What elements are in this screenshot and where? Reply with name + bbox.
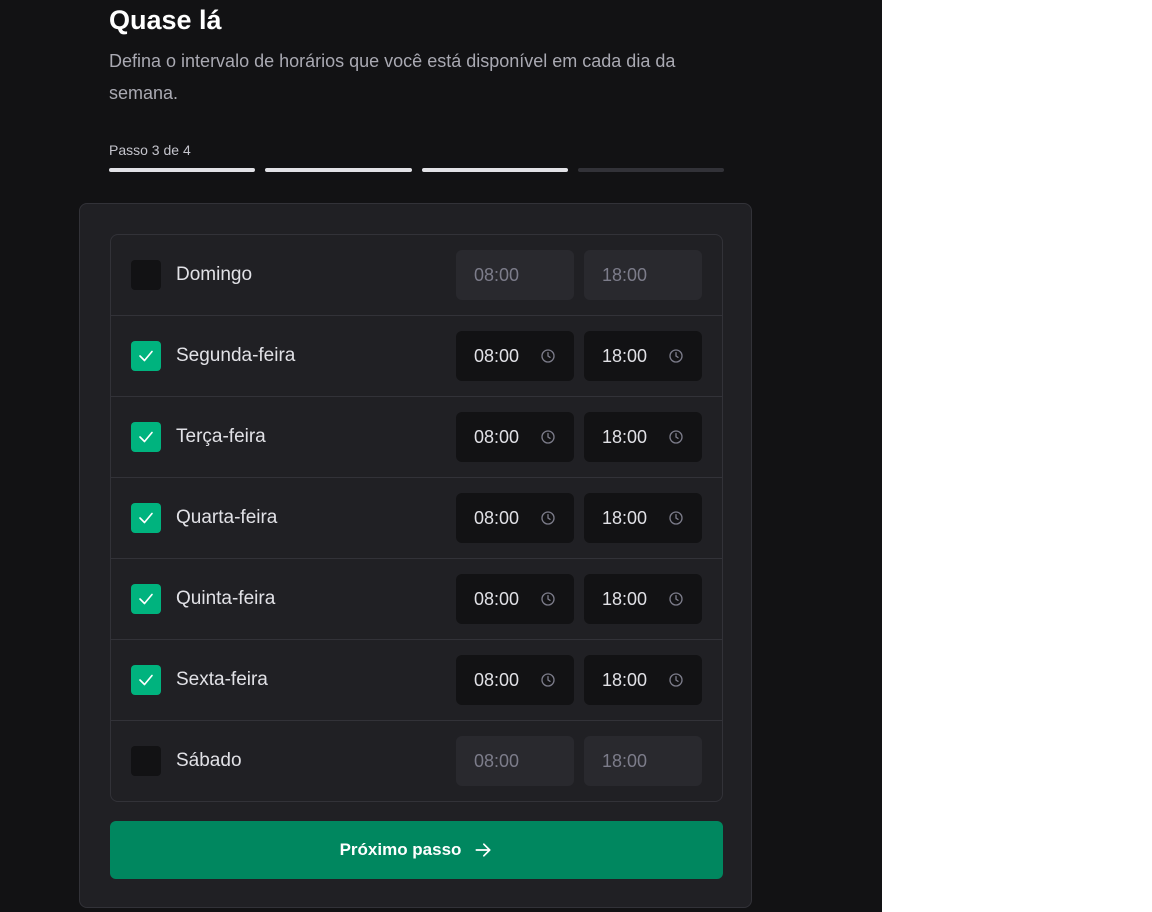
start-time-input[interactable]: 08:00 <box>456 736 574 786</box>
end-time-input[interactable]: 18:00 <box>584 412 702 462</box>
end-time-input[interactable]: 18:00 <box>584 574 702 624</box>
arrow-right-icon <box>475 843 491 857</box>
clock-icon <box>669 430 683 444</box>
end-time-value: 18:00 <box>602 426 648 447</box>
day-row: Sábado 08:00 18:00 <box>111 720 722 801</box>
step-indicator-2 <box>265 168 412 172</box>
end-time-input[interactable]: 18:00 <box>584 331 702 381</box>
time-range: 08:00 18:00 <box>456 493 702 543</box>
step-indicator-1 <box>109 168 256 172</box>
end-time-value: 18:00 <box>602 669 648 690</box>
day-checkbox[interactable] <box>131 584 161 614</box>
end-time-value: 18:00 <box>602 588 648 609</box>
step-label: Passo 3 de 4 <box>109 142 191 158</box>
next-step-label: Próximo passo <box>339 840 462 859</box>
time-range: 08:00 18:00 <box>456 574 702 624</box>
clock-icon <box>541 349 555 363</box>
end-time-value: 18:00 <box>602 750 648 771</box>
clock-icon <box>541 592 555 606</box>
day-name: Terça-feira <box>176 426 266 447</box>
start-time-value: 08:00 <box>474 507 520 528</box>
clock-icon <box>541 430 555 444</box>
time-range: 08:00 18:00 <box>456 250 702 300</box>
step-indicator-4 <box>577 168 724 172</box>
clock-icon <box>669 673 683 687</box>
time-range: 08:00 18:00 <box>456 331 702 381</box>
start-time-input[interactable]: 08:00 <box>456 331 574 381</box>
next-step-button[interactable]: Próximo passo <box>110 821 723 879</box>
time-range: 08:00 18:00 <box>456 736 702 786</box>
start-time-value: 08:00 <box>474 669 520 690</box>
day-checkbox[interactable] <box>131 503 161 533</box>
page-subtitle: Defina o intervalo de horários que você … <box>109 51 676 103</box>
check-icon <box>139 431 153 443</box>
end-time-value: 18:00 <box>602 507 648 528</box>
day-checkbox[interactable] <box>131 422 161 452</box>
end-time-value: 18:00 <box>602 264 648 285</box>
end-time-input[interactable]: 18:00 <box>584 736 702 786</box>
day-checkbox[interactable] <box>131 746 161 776</box>
check-icon <box>139 512 153 524</box>
day-row: Domingo 08:00 18:00 <box>111 235 722 315</box>
start-time-value: 08:00 <box>474 588 520 609</box>
end-time-input[interactable]: 18:00 <box>584 250 702 300</box>
time-range: 08:00 18:00 <box>456 412 702 462</box>
time-range: 08:00 18:00 <box>456 655 702 705</box>
day-row: Segunda-feira 08:00 18:00 <box>111 315 722 396</box>
start-time-input[interactable]: 08:00 <box>456 412 574 462</box>
day-name: Quarta-feira <box>176 507 278 528</box>
clock-icon <box>541 673 555 687</box>
page-title: Quase lá <box>109 5 222 35</box>
start-time-value: 08:00 <box>474 345 520 366</box>
check-icon <box>139 593 153 605</box>
start-time-input[interactable]: 08:00 <box>456 655 574 705</box>
day-checkbox[interactable] <box>131 341 161 371</box>
start-time-value: 08:00 <box>474 750 520 771</box>
day-checkbox[interactable] <box>131 260 161 290</box>
start-time-value: 08:00 <box>474 426 520 447</box>
check-icon <box>139 674 153 686</box>
start-time-input[interactable]: 08:00 <box>456 493 574 543</box>
step-indicator-3 <box>421 168 568 172</box>
clock-icon <box>669 592 683 606</box>
clock-icon <box>669 511 683 525</box>
day-row: Sexta-feira 08:00 18:00 <box>111 639 722 720</box>
clock-icon <box>541 511 555 525</box>
end-time-input[interactable]: 18:00 <box>584 493 702 543</box>
end-time-value: 18:00 <box>602 345 648 366</box>
availability-card: Domingo 08:00 18:00 Segunda-feira 08:00 … <box>79 203 752 908</box>
start-time-value: 08:00 <box>474 264 520 285</box>
start-time-input[interactable]: 08:00 <box>456 574 574 624</box>
day-name: Sexta-feira <box>176 669 268 690</box>
day-name: Domingo <box>176 264 253 285</box>
check-icon <box>139 350 153 362</box>
app-window: Quase lá Defina o intervalo de horários … <box>0 0 882 912</box>
day-row: Quinta-feira 08:00 18:00 <box>111 558 722 639</box>
end-time-input[interactable]: 18:00 <box>584 655 702 705</box>
start-time-input[interactable]: 08:00 <box>456 250 574 300</box>
day-row: Terça-feira 08:00 18:00 <box>111 396 722 477</box>
day-name: Quinta-feira <box>176 588 276 609</box>
clock-icon <box>669 349 683 363</box>
day-name: Segunda-feira <box>176 345 296 366</box>
day-checkbox[interactable] <box>131 665 161 695</box>
days-list: Domingo 08:00 18:00 Segunda-feira 08:00 … <box>110 234 723 802</box>
day-row: Quarta-feira 08:00 18:00 <box>111 477 722 558</box>
day-name: Sábado <box>176 750 242 771</box>
step-progress <box>109 168 724 172</box>
